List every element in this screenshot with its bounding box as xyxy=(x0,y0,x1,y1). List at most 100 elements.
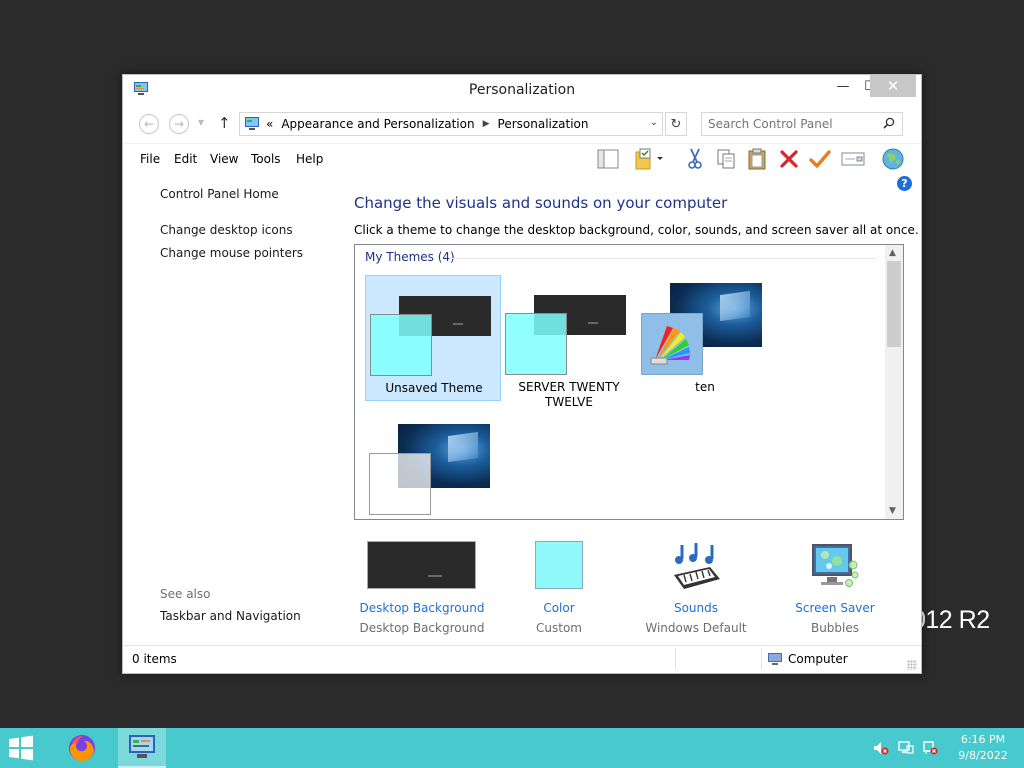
sounds-link[interactable]: Sounds xyxy=(627,601,765,615)
screen-saver-icon xyxy=(809,541,861,594)
check-icon[interactable] xyxy=(808,147,832,171)
menu-bar: File Edit View Tools Help xyxy=(123,143,921,173)
search-icon xyxy=(883,117,895,129)
theme-unsaved[interactable]: Unsaved Theme xyxy=(365,275,501,401)
theme-label: SERVER TWENTY TWELVE xyxy=(518,380,620,409)
start-button[interactable] xyxy=(6,734,40,762)
computer-icon xyxy=(768,653,782,665)
status-location-label: Computer xyxy=(788,652,848,666)
web-icon[interactable] xyxy=(881,147,905,171)
address-bar: ← → ▼ ↑ « Appearance and Personalization… xyxy=(123,109,921,139)
clock-time: 6:16 PM xyxy=(960,733,1006,746)
refresh-icon: ↻ xyxy=(670,116,682,132)
up-button[interactable]: ↑ xyxy=(218,114,231,132)
themes-list: My Themes (4) Unsaved Theme SERVER TWENT… xyxy=(354,244,904,520)
delete-icon[interactable] xyxy=(777,147,801,171)
theme-unnamed[interactable] xyxy=(365,415,501,519)
see-also-heading: See also xyxy=(160,587,211,601)
theme-ten[interactable]: ten xyxy=(637,275,773,401)
layout-icon[interactable] xyxy=(596,147,620,171)
status-location: Computer xyxy=(767,652,848,666)
wallpaper-text: 012 R2 xyxy=(912,606,990,634)
action-center-icon[interactable] xyxy=(922,741,938,755)
scroll-up-icon[interactable]: ▲ xyxy=(889,248,896,258)
system-clock[interactable]: 6:16 PM 9/8/2022 xyxy=(950,732,1016,764)
sidebar-change-mouse-pointers[interactable]: Change mouse pointers xyxy=(160,246,303,260)
cut-icon[interactable] xyxy=(683,147,707,171)
folder-properties-icon[interactable] xyxy=(634,147,670,171)
screen-saver-value: Bubbles xyxy=(810,621,860,635)
title-bar[interactable]: Personalization — ☐ ✕ xyxy=(123,75,921,105)
menu-file[interactable]: File xyxy=(140,152,160,166)
desktop-background-link[interactable]: Desktop Background xyxy=(353,601,491,615)
theme-color-swatch xyxy=(370,314,432,376)
status-divider xyxy=(761,648,762,670)
arrow-right-icon: → xyxy=(173,117,185,131)
themes-group-label: My Themes (4) xyxy=(365,250,455,264)
theme-color-swatch xyxy=(505,313,567,375)
paste-icon[interactable] xyxy=(745,147,769,171)
color-setting[interactable]: Color Custom xyxy=(490,541,628,641)
refresh-button[interactable]: ↻ xyxy=(665,112,687,136)
sidebar-control-panel-home[interactable]: Control Panel Home xyxy=(160,187,279,201)
personalization-window: Personalization — ☐ ✕ ← → ▼ ↑ « Appearan… xyxy=(122,74,922,674)
sidebar-change-desktop-icons[interactable]: Change desktop icons xyxy=(160,223,293,237)
chevron-down-icon[interactable]: ⌄ xyxy=(650,117,658,128)
theme-label: ten xyxy=(695,380,715,394)
clock-date: 9/8/2022 xyxy=(958,749,1008,762)
address-box[interactable]: « Appearance and Personalization ▶ Perso… xyxy=(239,112,663,136)
menu-view[interactable]: View xyxy=(210,152,238,166)
color-link[interactable]: Color xyxy=(490,601,628,615)
help-icon[interactable]: ? xyxy=(897,176,912,191)
themes-scrollbar[interactable]: ▲ ▼ xyxy=(885,245,903,519)
taskbar: 6:16 PM 9/8/2022 xyxy=(0,728,1024,768)
color-fan-icon xyxy=(641,313,703,375)
search-box[interactable] xyxy=(701,112,903,136)
sounds-icon xyxy=(670,541,722,594)
arrow-up-icon: ↑ xyxy=(218,114,231,132)
status-item-count: 0 items xyxy=(132,652,177,666)
sidebar-taskbar-navigation[interactable]: Taskbar and Navigation xyxy=(160,609,301,623)
control-panel-icon xyxy=(245,117,259,130)
theme-color-swatch xyxy=(369,453,431,515)
theme-server-twenty-twelve[interactable]: SERVER TWENTY TWELVE xyxy=(501,275,637,409)
scroll-down-icon[interactable]: ▼ xyxy=(889,506,896,516)
scroll-thumb[interactable] xyxy=(887,261,901,347)
breadcrumb: « Appearance and Personalization ▶ Perso… xyxy=(266,117,589,131)
forward-button[interactable]: → xyxy=(169,114,189,134)
window-title: Personalization xyxy=(468,82,576,98)
firefox-icon xyxy=(69,735,95,762)
color-swatch-preview xyxy=(535,541,583,589)
taskbar-firefox[interactable] xyxy=(58,728,106,768)
breadcrumb-appearance[interactable]: Appearance and Personalization xyxy=(281,117,474,131)
status-bar: 0 items Computer xyxy=(123,645,921,673)
menu-help[interactable]: Help xyxy=(296,152,323,166)
breadcrumb-personalization[interactable]: Personalization xyxy=(498,117,589,131)
menu-tools[interactable]: Tools xyxy=(251,152,281,166)
sounds-setting[interactable]: Sounds Windows Default xyxy=(627,541,765,641)
properties-icon[interactable] xyxy=(841,147,865,171)
back-button[interactable]: ← xyxy=(139,114,159,134)
control-panel-icon xyxy=(129,735,155,758)
chevron-right-icon[interactable]: ▶ xyxy=(483,119,490,129)
search-input[interactable] xyxy=(708,117,878,131)
arrow-left-icon: ← xyxy=(143,117,155,131)
copy-icon[interactable] xyxy=(714,147,738,171)
breadcrumb-overflow[interactable]: « xyxy=(266,117,273,131)
close-button[interactable]: ✕ xyxy=(870,75,916,97)
minimize-button[interactable]: — xyxy=(829,75,857,97)
volume-muted-icon[interactable] xyxy=(873,741,889,755)
screen-saver-link[interactable]: Screen Saver xyxy=(766,601,904,615)
sounds-value: Windows Default xyxy=(645,621,747,635)
menu-edit[interactable]: Edit xyxy=(174,152,197,166)
desktop-background-setting[interactable]: Desktop Background Desktop Background xyxy=(353,541,491,641)
page-title: Change the visuals and sounds on your co… xyxy=(354,194,728,212)
group-divider xyxy=(450,258,876,259)
recent-locations-dropdown[interactable]: ▼ xyxy=(198,118,204,127)
resize-grip[interactable] xyxy=(907,660,917,670)
screen-saver-setting[interactable]: Screen Saver Bubbles xyxy=(766,541,904,641)
theme-label: Unsaved Theme xyxy=(385,381,483,395)
network-icon[interactable] xyxy=(898,741,914,755)
taskbar-control-panel[interactable] xyxy=(118,728,166,768)
color-value: Custom xyxy=(536,621,582,635)
